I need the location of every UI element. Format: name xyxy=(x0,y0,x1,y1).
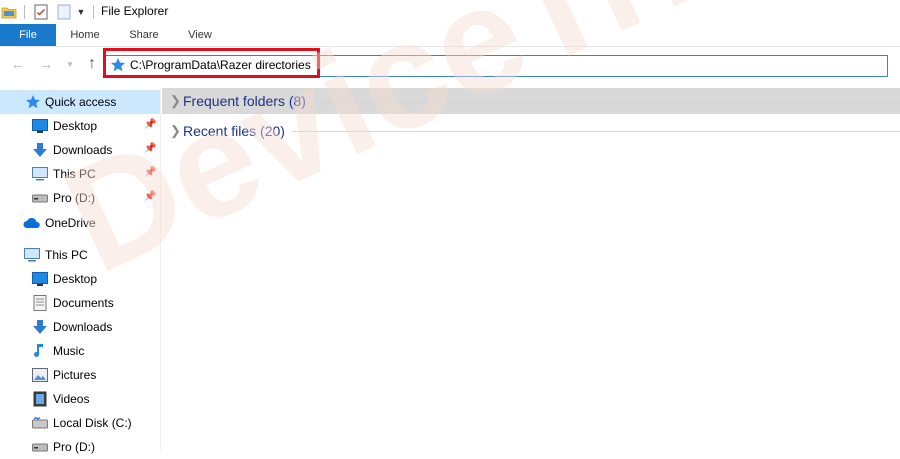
group-divider xyxy=(318,101,900,102)
document-icon xyxy=(31,295,49,311)
sidebar-item-pro-d[interactable]: Pro (D:) 📌 xyxy=(0,186,160,210)
drive-icon xyxy=(31,190,49,206)
sidebar-item-this-pc[interactable]: This PC 📌 xyxy=(0,162,160,186)
star-icon xyxy=(24,94,42,110)
sidebar-item-label: Pro (D:) xyxy=(53,191,95,205)
computer-icon xyxy=(23,247,41,263)
sidebar-item-label: Pictures xyxy=(53,368,97,382)
sidebar-item-label: Desktop xyxy=(53,119,98,133)
chevron-right-icon[interactable]: ❯ xyxy=(170,93,181,109)
sidebar-item-quick-access[interactable]: Quick access xyxy=(0,90,160,114)
tab-home[interactable]: Home xyxy=(64,24,106,46)
customize-dropdown-icon[interactable]: ▼ xyxy=(75,3,87,21)
drive-icon xyxy=(31,439,49,455)
sidebar-item-label: Quick access xyxy=(45,95,117,109)
disk-icon xyxy=(31,415,49,431)
group-title: Frequent folders (8) xyxy=(183,93,306,109)
sidebar-item-label: Videos xyxy=(53,392,90,406)
music-icon xyxy=(31,343,49,359)
sidebar-item-desktop[interactable]: Desktop 📌 xyxy=(0,114,160,138)
pin-icon[interactable]: 📌 xyxy=(144,119,156,130)
computer-icon xyxy=(31,166,49,182)
sidebar-item-label: Downloads xyxy=(53,320,113,334)
desktop-icon xyxy=(31,271,49,287)
tab-file[interactable]: File xyxy=(0,24,56,46)
group-frequent-folders[interactable]: ❯ Frequent folders (8) xyxy=(162,88,900,114)
sidebar-item-label: Desktop xyxy=(53,272,98,286)
sidebar-item-label: Music xyxy=(53,344,85,358)
desktop-icon xyxy=(31,118,49,134)
properties-icon[interactable] xyxy=(33,3,49,21)
sidebar-item-local-disk-c[interactable]: Local Disk (C:) xyxy=(0,411,160,435)
pin-icon[interactable]: 📌 xyxy=(144,143,156,154)
tab-share[interactable]: Share xyxy=(122,24,166,46)
download-icon xyxy=(31,142,49,158)
chevron-right-icon[interactable]: ❯ xyxy=(170,123,181,139)
divider xyxy=(93,5,94,19)
sidebar-item-label: This PC xyxy=(53,167,96,181)
group-recent-files[interactable]: ❯ Recent files (20) xyxy=(162,118,900,144)
sidebar-item-label: OneDrive xyxy=(45,216,96,230)
download-icon xyxy=(31,319,49,335)
folder-icon[interactable] xyxy=(1,3,17,21)
tab-view[interactable]: View xyxy=(182,24,218,46)
cloud-icon xyxy=(23,215,41,231)
title-bar: ▼ File Explorer xyxy=(0,0,900,24)
recent-locations-dropdown-icon[interactable]: ▼ xyxy=(64,55,76,73)
pin-icon[interactable]: 📌 xyxy=(144,167,156,178)
sidebar-item-pro-d-pc[interactable]: Pro (D:) xyxy=(0,435,160,459)
forward-arrow-icon[interactable]: → xyxy=(38,55,54,73)
sidebar-item-label: Documents xyxy=(53,296,114,310)
back-arrow-icon[interactable]: ← xyxy=(10,55,26,73)
sidebar-item-label: Local Disk (C:) xyxy=(53,416,132,430)
up-arrow-icon[interactable]: ↑ xyxy=(84,55,100,73)
sidebar-item-label: Downloads xyxy=(53,143,113,157)
sidebar-item-pictures[interactable]: Pictures xyxy=(0,363,160,387)
sidebar-item-downloads-pc[interactable]: Downloads xyxy=(0,315,160,339)
sidebar-item-this-pc-root[interactable]: This PC xyxy=(0,243,160,267)
sidebar-item-onedrive[interactable]: OneDrive xyxy=(0,211,160,235)
divider xyxy=(24,5,25,19)
group-title: Recent files (20) xyxy=(183,123,285,139)
sidebar-item-label: Pro (D:) xyxy=(53,440,95,454)
pictures-icon xyxy=(31,367,49,383)
sidebar-item-label: This PC xyxy=(45,248,88,262)
sidebar-item-videos[interactable]: Videos xyxy=(0,387,160,411)
window-title: File Explorer xyxy=(101,4,169,18)
sidebar-item-music[interactable]: Music xyxy=(0,339,160,363)
video-icon xyxy=(31,391,49,407)
ribbon-tabs: File Home Share View xyxy=(0,24,900,47)
sidebar-item-downloads[interactable]: Downloads 📌 xyxy=(0,138,160,162)
new-folder-icon[interactable] xyxy=(56,3,72,21)
group-divider xyxy=(292,131,900,132)
sidebar-item-documents[interactable]: Documents xyxy=(0,291,160,315)
pin-icon[interactable]: 📌 xyxy=(144,191,156,202)
navigation-pane: Quick access Desktop 📌 Downloads 📌 This … xyxy=(0,88,161,454)
sidebar-item-desktop-pc[interactable]: Desktop xyxy=(0,267,160,291)
address-highlight-box xyxy=(103,48,320,78)
